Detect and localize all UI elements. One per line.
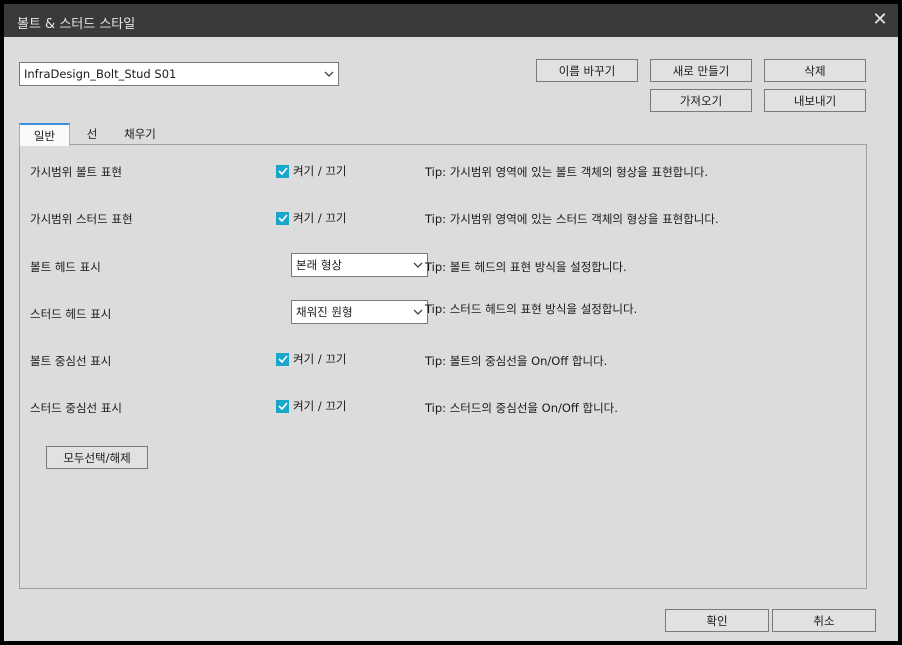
checkmark-icon — [276, 164, 289, 178]
style-select[interactable]: InfraDesign_Bolt_Stud S01 — [19, 62, 339, 86]
title-bar: 볼트 & 스터드 스타일 ✕ — [4, 4, 898, 37]
tab-line[interactable]: 선 — [79, 123, 105, 145]
stud-head-select-value: 채워진 원형 — [296, 305, 353, 319]
bolt-centerline-checkbox[interactable]: 켜기 / 끄기 — [276, 351, 347, 367]
bolt-head-select[interactable]: 본래 형상 — [291, 253, 428, 277]
tab-general[interactable]: 일반 — [19, 123, 70, 146]
tip-stud-head: Tip: 스터드 헤드의 표현 방식을 설정합니다. — [425, 302, 638, 316]
chevron-down-icon — [320, 63, 338, 85]
visible-stud-checkbox[interactable]: 켜기 / 끄기 — [276, 210, 347, 226]
visible-bolt-checkbox[interactable]: 켜기 / 끄기 — [276, 163, 347, 179]
row-label-bolt-centerline: 볼트 중심선 표시 — [30, 354, 112, 368]
ok-button[interactable]: 확인 — [665, 609, 769, 632]
tip-visible-bolt: Tip: 가시범위 영역에 있는 볼트 객체의 형상을 표현합니다. — [425, 165, 709, 179]
row-label-visible-stud: 가시범위 스터드 표현 — [30, 212, 133, 226]
dialog-window: 볼트 & 스터드 스타일 ✕ InfraDesign_Bolt_Stud S01… — [0, 0, 902, 645]
stud-centerline-checkbox-label: 켜기 / 끄기 — [293, 399, 347, 413]
bolt-centerline-checkbox-label: 켜기 / 끄기 — [293, 352, 347, 366]
tip-bolt-centerline: Tip: 볼트의 중심선을 On/Off 합니다. — [425, 354, 608, 368]
visible-stud-checkbox-label: 켜기 / 끄기 — [293, 211, 347, 225]
rename-button[interactable]: 이름 바꾸기 — [536, 59, 638, 82]
row-label-stud-head: 스터드 헤드 표시 — [30, 307, 112, 321]
delete-button[interactable]: 삭제 — [764, 59, 866, 82]
visible-bolt-checkbox-label: 켜기 / 끄기 — [293, 164, 347, 178]
select-all-button[interactable]: 모두선택/해제 — [46, 446, 148, 469]
checkmark-icon — [276, 211, 289, 225]
tab-fill[interactable]: 채우기 — [115, 123, 165, 145]
row-label-stud-centerline: 스터드 중심선 표시 — [30, 401, 122, 415]
checkmark-icon — [276, 352, 289, 366]
stud-centerline-checkbox[interactable]: 켜기 / 끄기 — [276, 398, 347, 414]
stud-head-select[interactable]: 채워진 원형 — [291, 300, 428, 324]
window-title: 볼트 & 스터드 스타일 — [17, 17, 136, 32]
tip-visible-stud: Tip: 가시범위 영역에 있는 스터드 객체의 형상을 표현합니다. — [425, 212, 719, 226]
tip-stud-centerline: Tip: 스터드의 중심선을 On/Off 합니다. — [425, 401, 618, 415]
close-icon[interactable]: ✕ — [869, 9, 891, 31]
new-button[interactable]: 새로 만들기 — [650, 59, 752, 82]
row-label-bolt-head: 볼트 헤드 표시 — [30, 260, 101, 274]
export-button[interactable]: 내보내기 — [764, 89, 866, 112]
checkmark-icon — [276, 399, 289, 413]
row-label-visible-bolt: 가시범위 볼트 표현 — [30, 165, 122, 179]
tip-bolt-head: Tip: 볼트 헤드의 표현 방식을 설정합니다. — [425, 260, 627, 274]
cancel-button[interactable]: 취소 — [772, 609, 876, 632]
import-button[interactable]: 가져오기 — [650, 89, 752, 112]
style-select-value: InfraDesign_Bolt_Stud S01 — [24, 67, 177, 81]
bolt-head-select-value: 본래 형상 — [296, 258, 342, 272]
